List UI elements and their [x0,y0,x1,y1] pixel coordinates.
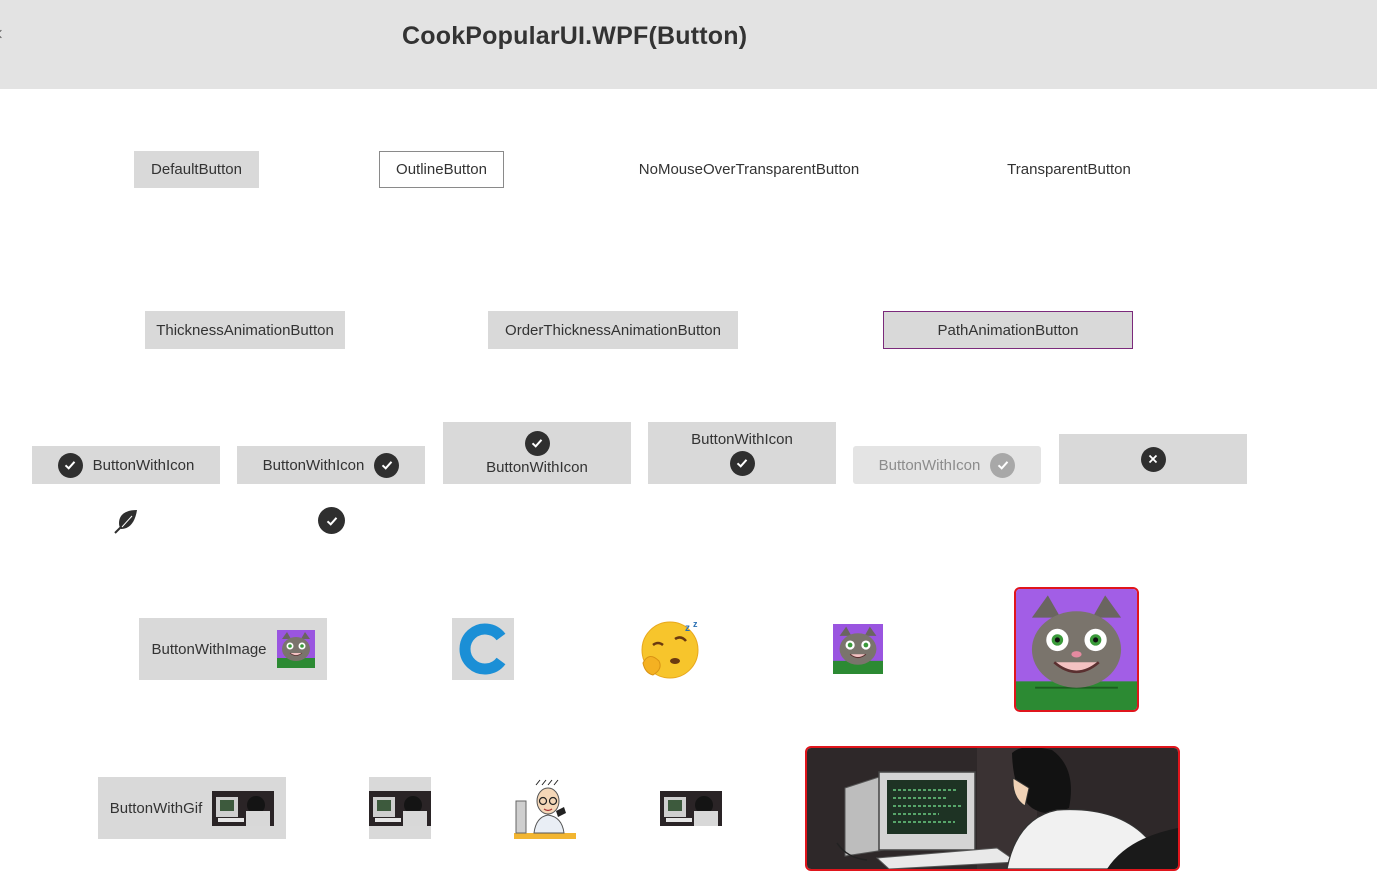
button-label: ButtonWithIcon [92,456,195,474]
header-bar: CookPopularUI.WPF(Button) [0,0,1377,89]
path-animation-button[interactable]: PathAnimationButton [883,311,1133,349]
cat-image [1016,589,1137,710]
icon-bottom-button[interactable]: ButtonWithIcon [648,422,836,484]
cat-image [276,630,315,668]
button-label: ButtonWithIcon [486,458,588,476]
sleepy-emoji-button[interactable]: z z [639,617,703,681]
default-button[interactable]: DefaultButton [134,151,259,188]
page-title: CookPopularUI.WPF(Button) [402,22,748,50]
button-label: ButtonWithIcon [691,430,793,448]
button-label: ButtonWithGif [109,799,203,817]
computer-gif-image [807,748,1178,869]
gif-plain-button[interactable] [660,791,722,826]
leaf-icon [114,510,137,534]
gif-large-button[interactable] [805,746,1180,871]
check-icon-button[interactable] [318,507,345,534]
svg-text:z: z [685,623,690,634]
sleepy-emoji-icon: z z [641,619,699,679]
c-logo-icon [459,623,506,675]
icon-left-button[interactable]: ButtonWithIcon [32,446,220,484]
computer-gif-image [369,790,431,826]
cat-image [833,624,883,674]
back-icon[interactable] [0,29,6,39]
button-label: ButtonWithIcon [262,456,365,474]
cat-large-button[interactable] [1014,587,1139,712]
logo-image-button[interactable] [452,618,514,680]
cartoon-man-gif-image [514,779,576,839]
icon-disabled-button: ButtonWithIcon [853,446,1041,484]
icon-top-button[interactable]: ButtonWithIcon [443,422,631,484]
check-circle-icon [524,430,550,456]
check-circle-icon [318,507,345,534]
check-circle-icon [729,450,755,476]
leaf-icon-button[interactable] [113,507,141,535]
transparent-button[interactable]: TransparentButton [999,151,1139,188]
button-label: ButtonWithImage [151,640,267,658]
cat-small-button[interactable] [833,624,883,674]
close-circle-icon [1140,446,1166,472]
computer-gif-image [660,791,722,826]
gif-button[interactable]: ButtonWithGif [98,777,286,839]
thickness-animation-button[interactable]: ThicknessAnimationButton [145,311,345,349]
check-circle-icon [374,452,400,478]
button-label: ButtonWithIcon [878,456,981,474]
cartoon-man-gif-button[interactable] [514,777,576,839]
no-mouse-over-transparent-button[interactable]: NoMouseOverTransparentButton [630,151,868,188]
check-circle-icon [990,452,1016,478]
gif-image-button[interactable] [369,777,431,839]
outline-button[interactable]: OutlineButton [379,151,504,188]
close-icon-button[interactable] [1059,434,1247,484]
check-circle-icon [57,452,83,478]
computer-gif-image [212,790,275,826]
image-button[interactable]: ButtonWithImage [139,618,327,680]
order-thickness-animation-button[interactable]: OrderThicknessAnimationButton [488,311,738,349]
icon-right-button[interactable]: ButtonWithIcon [237,446,425,484]
svg-text:z: z [693,619,698,629]
